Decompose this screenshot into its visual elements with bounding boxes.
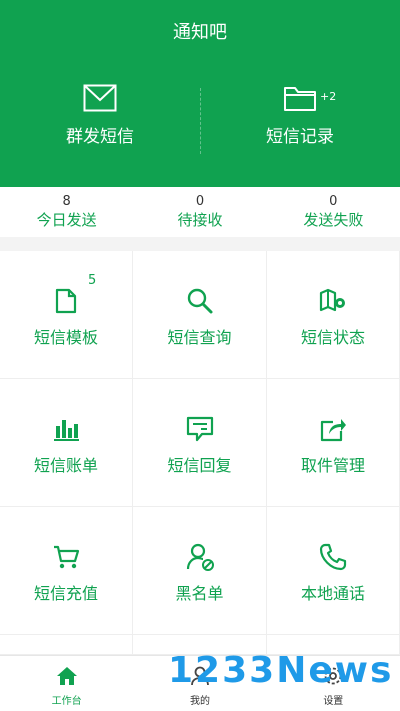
group-send-button[interactable]: 群发短信 xyxy=(0,84,200,164)
tab-label: 我的 xyxy=(189,696,210,707)
grid-cell-empty xyxy=(0,635,133,655)
sms-status-button[interactable]: 短信状态 xyxy=(267,251,400,379)
stat-label: 今日发送 xyxy=(36,211,97,229)
grid-label: 黑名单 xyxy=(175,584,224,603)
local-call-button[interactable]: 本地通话 xyxy=(267,507,400,635)
bottom-tab-bar: 工作台 我的 设置 xyxy=(0,655,400,711)
records-badge: +2 xyxy=(320,90,337,103)
stat-failed[interactable]: 0 发送失败 xyxy=(267,187,400,237)
tab-settings[interactable]: 设置 xyxy=(267,656,400,711)
sms-template-button[interactable]: 5 短信模板 xyxy=(0,251,133,379)
grid-label: 短信模板 xyxy=(33,328,98,347)
tab-mine[interactable]: 我的 xyxy=(133,656,266,711)
grid-label: 取件管理 xyxy=(300,456,365,475)
stat-value: 0 xyxy=(329,194,338,209)
stat-label: 发送失败 xyxy=(303,211,364,229)
tab-label: 设置 xyxy=(323,696,344,707)
group-send-label: 群发短信 xyxy=(66,127,134,147)
gear-icon xyxy=(322,666,344,690)
phone-icon xyxy=(319,543,347,571)
sms-bill-button[interactable]: 短信账单 xyxy=(0,379,133,507)
stat-pending[interactable]: 0 待接收 xyxy=(133,187,266,237)
stat-label: 待接收 xyxy=(177,211,223,229)
app-title: 通知吧 xyxy=(173,22,227,43)
user-icon xyxy=(189,666,211,690)
grid-cell-empty xyxy=(133,635,267,655)
grid-label: 短信状态 xyxy=(300,328,365,347)
blacklist-button[interactable]: 黑名单 xyxy=(133,507,267,635)
stat-value: 8 xyxy=(62,194,71,209)
tab-label: 工作台 xyxy=(51,696,82,707)
grid-cell-empty xyxy=(267,635,400,655)
grid-label: 短信账单 xyxy=(33,456,98,475)
section-divider xyxy=(0,237,400,251)
sms-records-label: 短信记录 xyxy=(266,127,334,147)
user-block-icon xyxy=(186,543,214,571)
grid-label: 短信回复 xyxy=(167,456,232,475)
grid-label: 短信查询 xyxy=(167,328,232,347)
cart-icon xyxy=(52,543,80,571)
stat-today-sent[interactable]: 8 今日发送 xyxy=(0,187,133,237)
template-count: 5 xyxy=(88,273,97,288)
stat-value: 0 xyxy=(195,194,205,209)
sms-recharge-button[interactable]: 短信充值 xyxy=(0,507,133,635)
header: 通知吧 群发短信 短信记录 +2 xyxy=(0,0,400,187)
grid-label: 本地通话 xyxy=(300,584,365,603)
sms-query-button[interactable]: 短信查询 xyxy=(133,251,267,379)
pickup-manage-button[interactable]: 取件管理 xyxy=(267,379,400,507)
share-icon xyxy=(319,415,347,443)
folder-icon xyxy=(283,84,317,116)
bar-chart-icon xyxy=(52,415,80,443)
home-icon xyxy=(56,666,78,690)
grid-label: 短信充值 xyxy=(33,584,98,603)
envelope-icon xyxy=(83,84,117,116)
tab-workbench[interactable]: 工作台 xyxy=(0,656,133,711)
feature-grid: 5 短信模板 短信查询 短信状态 短信账单 短信回复 取件管理 短信充值 黑名单… xyxy=(0,251,400,655)
stats-bar: 8 今日发送 0 待接收 0 发送失败 xyxy=(0,187,400,237)
map-pin-icon xyxy=(319,287,347,315)
document-icon xyxy=(52,287,80,315)
message-reply-icon xyxy=(186,415,214,443)
sms-records-button[interactable]: 短信记录 xyxy=(200,84,400,164)
search-icon xyxy=(186,287,214,315)
sms-reply-button[interactable]: 短信回复 xyxy=(133,379,267,507)
